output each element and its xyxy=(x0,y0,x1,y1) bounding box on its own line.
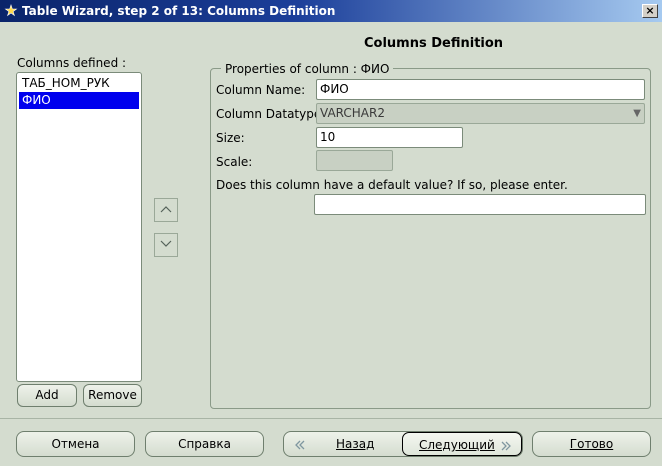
scale-label: Scale: xyxy=(216,155,253,169)
column-datatype-select[interactable]: VARCHAR2 ▼ xyxy=(316,103,645,124)
wizard-icon xyxy=(3,3,19,19)
column-datatype-label: Column Datatype: xyxy=(216,107,326,121)
chevron-down-icon xyxy=(160,238,172,252)
move-up-button[interactable] xyxy=(154,198,178,222)
title-bar: Table Wizard, step 2 of 13: Columns Defi… xyxy=(0,0,662,22)
navigation-group: Назад Следующий xyxy=(283,431,523,457)
column-name-label: Column Name: xyxy=(216,83,306,97)
properties-legend: Properties of column : ФИО xyxy=(221,62,394,76)
next-label: Следующий xyxy=(419,438,495,452)
columns-list[interactable]: ТАБ_НОМ_РУК ФИО xyxy=(16,72,142,382)
chevron-up-icon xyxy=(160,203,172,217)
close-button[interactable]: × xyxy=(642,4,658,18)
double-chevron-left-icon xyxy=(294,432,306,456)
default-value-prompt: Does this column have a default value? I… xyxy=(216,178,568,192)
footer-separator xyxy=(0,418,662,419)
dropdown-arrow-icon: ▼ xyxy=(633,108,641,119)
size-input[interactable]: 10 xyxy=(316,127,463,148)
help-button[interactable]: Справка xyxy=(145,431,264,457)
size-label: Size: xyxy=(216,131,245,145)
back-button[interactable]: Назад xyxy=(284,432,402,456)
cancel-button[interactable]: Отмена xyxy=(16,431,135,457)
page-title: Columns Definition xyxy=(364,36,504,51)
list-item-selected[interactable]: ФИО xyxy=(19,92,139,109)
list-item[interactable]: ТАБ_НОМ_РУК xyxy=(19,75,139,92)
finish-button[interactable]: Готово xyxy=(532,431,651,457)
scale-input[interactable] xyxy=(316,150,393,171)
finish-label: Готово xyxy=(569,437,614,451)
back-label: Назад xyxy=(336,437,375,451)
default-value-input[interactable] xyxy=(314,194,646,215)
window-title: Table Wizard, step 2 of 13: Columns Defi… xyxy=(22,4,336,18)
datatype-value: VARCHAR2 xyxy=(320,106,385,120)
add-button[interactable]: Add xyxy=(17,384,77,407)
move-down-button[interactable] xyxy=(154,233,178,257)
next-button[interactable]: Следующий xyxy=(402,432,522,456)
double-chevron-right-icon xyxy=(500,433,512,457)
columns-defined-label: Columns defined : xyxy=(17,56,127,70)
remove-button[interactable]: Remove xyxy=(83,384,142,407)
column-name-input[interactable]: ФИО xyxy=(316,79,645,100)
